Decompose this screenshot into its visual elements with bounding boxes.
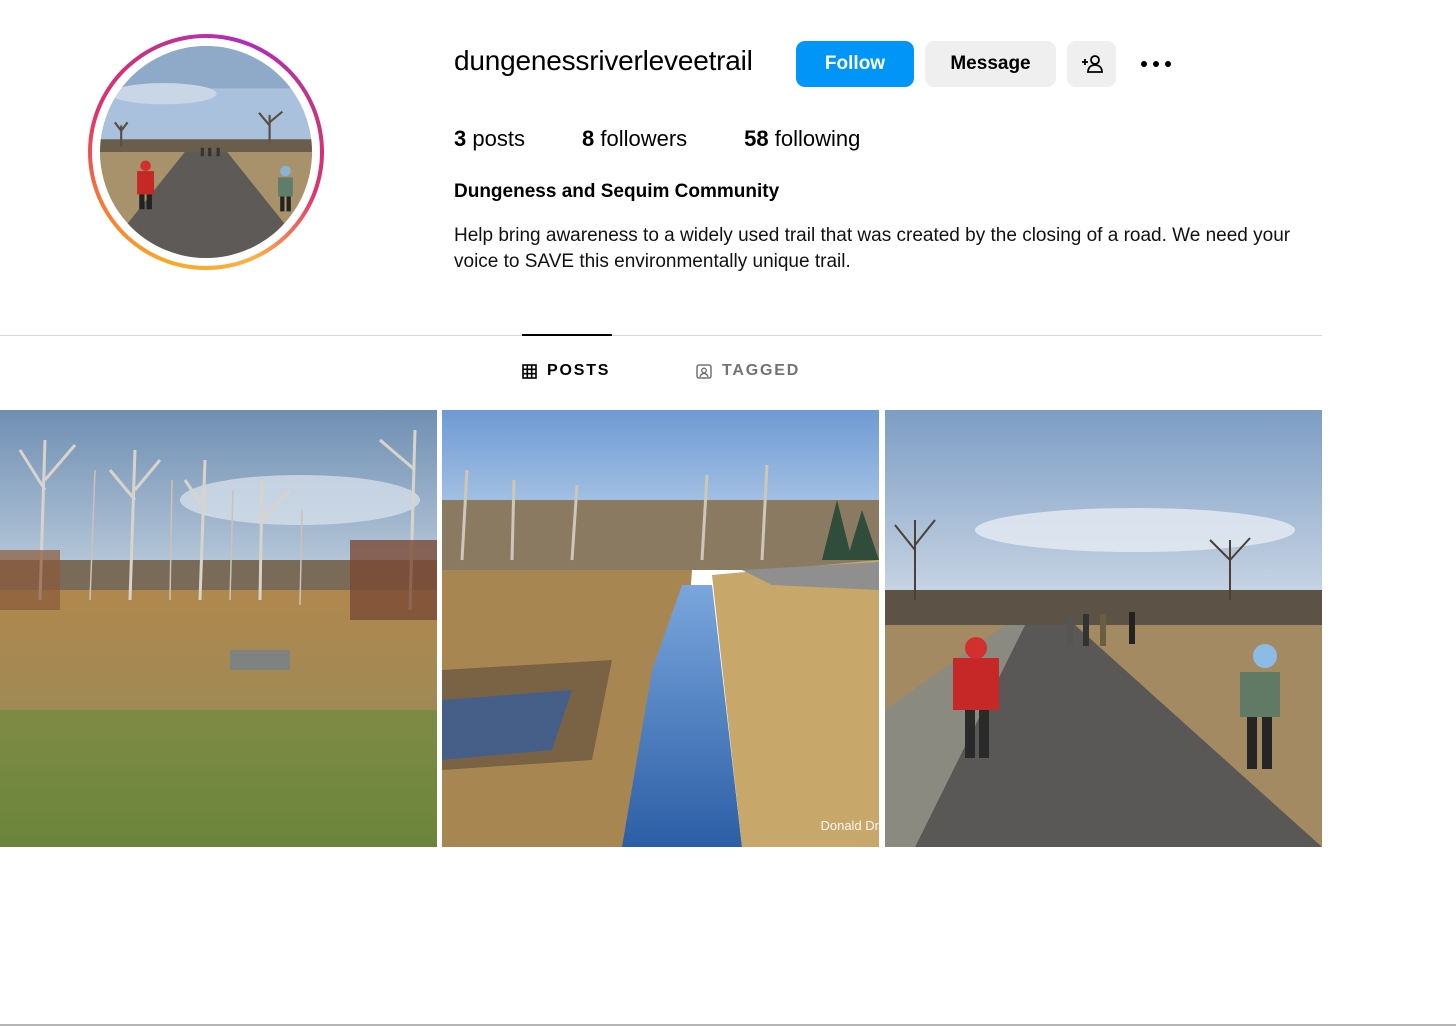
post-image bbox=[0, 410, 437, 847]
tab-posts[interactable]: POSTS bbox=[522, 362, 610, 380]
stat-label: posts bbox=[472, 126, 525, 151]
grid-icon bbox=[522, 363, 537, 379]
tab-label: POSTS bbox=[547, 362, 611, 379]
post-thumbnail[interactable] bbox=[885, 410, 1322, 847]
avatar-border bbox=[92, 38, 320, 266]
suggest-user-button[interactable] bbox=[1067, 41, 1116, 87]
stat-following[interactable]: 58 following bbox=[744, 126, 860, 152]
photo-watermark: Donald Dr bbox=[820, 818, 879, 833]
tabs-divider bbox=[0, 335, 1322, 336]
stat-count: 8 bbox=[581, 126, 595, 151]
profile-avatar[interactable] bbox=[88, 34, 324, 270]
profile-bio: Help bring awareness to a widely used tr… bbox=[454, 225, 1291, 272]
stat-count: 58 bbox=[744, 126, 769, 151]
profile-username: dungenessriverleveetrail bbox=[454, 45, 753, 76]
stat-followers[interactable]: 8 followers bbox=[582, 126, 687, 152]
post-image bbox=[442, 410, 879, 847]
more-dots-icon bbox=[1141, 61, 1171, 67]
stat-label: following bbox=[774, 126, 861, 151]
more-options-button[interactable] bbox=[1133, 41, 1179, 87]
follow-button[interactable]: Follow bbox=[796, 41, 914, 87]
profile-stats: 3 posts 8 followers 58 following bbox=[454, 126, 917, 152]
message-button[interactable]: Message bbox=[925, 41, 1056, 87]
tab-label: TAGGED bbox=[722, 362, 801, 379]
stat-label: followers bbox=[600, 126, 688, 151]
tagged-icon bbox=[696, 364, 712, 379]
stat-count: 3 bbox=[454, 126, 467, 151]
post-thumbnail[interactable] bbox=[0, 410, 437, 847]
post-image bbox=[885, 410, 1322, 847]
avatar-photo bbox=[100, 46, 312, 258]
active-tab-indicator bbox=[522, 334, 612, 336]
tab-tagged[interactable]: TAGGED bbox=[696, 362, 800, 380]
person-plus-icon bbox=[1081, 55, 1103, 73]
post-thumbnail[interactable]: Donald Dr bbox=[442, 410, 879, 847]
stat-posts: 3 posts bbox=[454, 126, 525, 152]
profile-full-name: Dungeness and Sequim Community bbox=[454, 181, 780, 202]
